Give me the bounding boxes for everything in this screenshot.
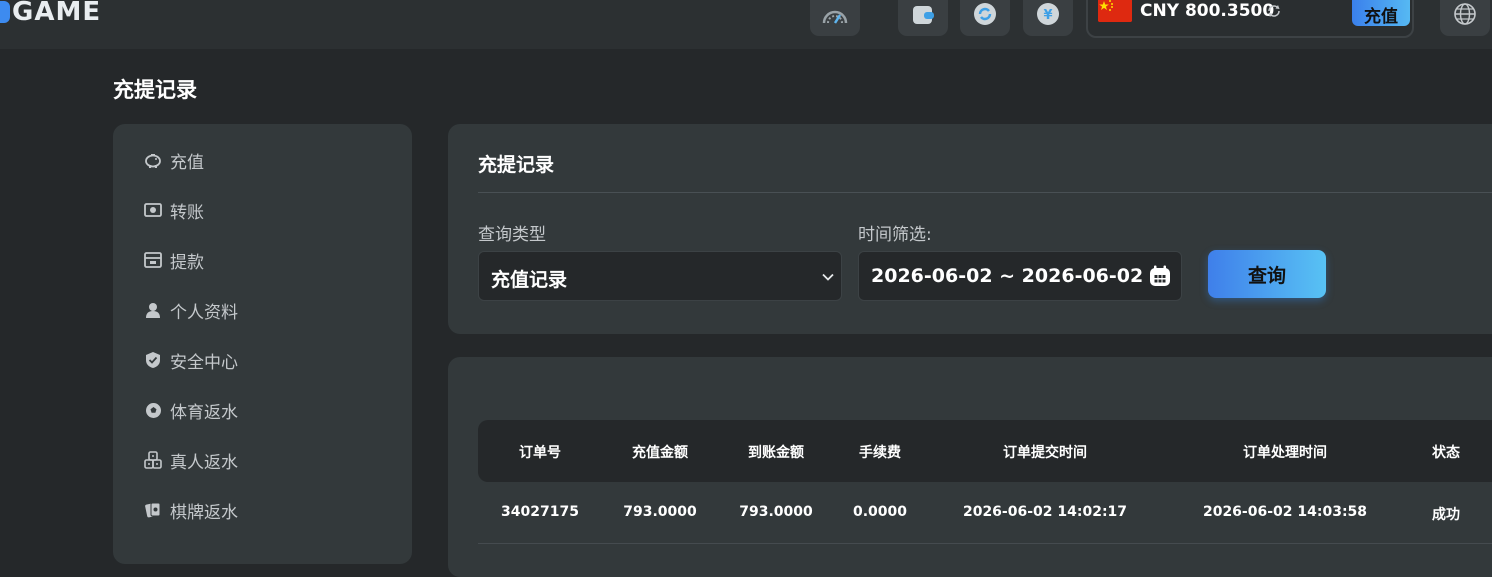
cell-submit-time: 2026-06-02 14:02:17 (962, 504, 1128, 520)
cell-process-time: 2026-06-02 14:03:58 (1202, 504, 1368, 520)
page-title: 充提记录 (113, 78, 197, 102)
logo-mark (0, 1, 10, 23)
cell-deposit-amount: 793.0000 (623, 504, 697, 520)
svg-text:¥: ¥ (1043, 8, 1052, 23)
column-header-order-id: 订单号 (519, 445, 561, 461)
refresh-icon (974, 3, 996, 25)
chevron-down-icon (822, 273, 834, 281)
divider (478, 192, 1492, 193)
column-header-process-time: 订单处理时间 (1243, 445, 1327, 461)
exchange-button[interactable]: ¥ (1023, 0, 1073, 36)
balance-amount: 800.3500 (1184, 1, 1275, 21)
sidebar-item-live-rebate[interactable]: 真人返水 (144, 448, 238, 473)
sidebar-item-recharge[interactable]: 充值 (144, 148, 204, 173)
recharge-button[interactable]: 充值 (1352, 0, 1410, 27)
top-bar: GAME ¥ CNY 800.3500 充值 (0, 0, 1492, 49)
sidebar-item-label: 棋牌返水 (170, 502, 238, 523)
sidebar-item-label: 安全中心 (170, 352, 238, 373)
sidebar-item-label: 充值 (170, 152, 204, 173)
filter-card-title: 充提记录 (478, 154, 555, 176)
cell-received-amount: 793.0000 (739, 504, 813, 520)
china-flag-icon (1098, 0, 1132, 22)
withdraw-icon (144, 251, 162, 269)
logo[interactable]: GAME (0, 0, 101, 30)
sidebar-item-label: 提款 (170, 252, 204, 273)
sidebar-item-security[interactable]: 安全中心 (144, 348, 238, 373)
sidebar-item-label: 体育返水 (170, 402, 238, 423)
cards-icon (144, 501, 162, 519)
wallet-button[interactable] (898, 0, 948, 36)
sidebar-item-profile[interactable]: 个人资料 (144, 298, 238, 323)
sidebar: 充值 转账 提款 个人资料 安全中心 体育返水 真人返水 棋牌返水 (113, 124, 412, 564)
yuan-coin-icon: ¥ (1037, 3, 1059, 25)
language-button[interactable] (1440, 0, 1490, 36)
calendar-icon[interactable] (1149, 265, 1171, 287)
column-header-received-amount: 到账金额 (748, 445, 804, 461)
speedometer-icon (822, 10, 848, 24)
cell-order-id: 34027175 (501, 504, 579, 520)
query-type-select[interactable]: 充值记录 (478, 251, 842, 301)
globe-icon (1454, 3, 1476, 25)
query-type-value: 充值记录 (491, 269, 568, 291)
sidebar-item-transfer[interactable]: 转账 (144, 198, 204, 223)
query-button[interactable]: 查询 (1208, 250, 1326, 298)
column-header-fee: 手续费 (859, 445, 901, 461)
time-filter-label: 时间筛选: (858, 225, 932, 245)
dice-icon (144, 451, 162, 469)
filter-card: 充提记录 查询类型 充值记录 时间筛选: 2026-06-02 ~ 2026-0… (448, 124, 1492, 334)
speed-button[interactable] (810, 0, 860, 36)
date-range-input[interactable]: 2026-06-02 ~ 2026-06-02 (858, 251, 1182, 301)
column-header-submit-time: 订单提交时间 (1003, 445, 1087, 461)
date-range-value: 2026-06-02 ~ 2026-06-02 (871, 265, 1144, 287)
soccer-ball-icon (144, 401, 162, 419)
money-transfer-icon (144, 201, 162, 219)
logo-text: GAME (12, 0, 102, 27)
piggy-bank-icon (144, 151, 162, 169)
wallet-icon (913, 6, 934, 24)
refresh-balance-icon[interactable] (1266, 3, 1282, 19)
sidebar-item-label: 个人资料 (170, 302, 238, 323)
balance-box: CNY 800.3500 充值 (1086, 0, 1414, 38)
sidebar-item-label: 真人返水 (170, 452, 238, 473)
table-row[interactable]: 34027175 793.0000 793.0000 0.0000 2026-0… (478, 482, 1492, 544)
refresh-button[interactable] (960, 0, 1010, 36)
user-icon (144, 301, 162, 319)
column-header-status: 状态 (1432, 445, 1460, 461)
balance-display: CNY 800.3500 (1140, 1, 1274, 21)
query-type-label: 查询类型 (478, 225, 546, 245)
sidebar-item-label: 转账 (170, 202, 204, 223)
table-header: 订单号 充值金额 到账金额 手续费 订单提交时间 订单处理时间 状态 (478, 420, 1492, 482)
sidebar-item-withdraw[interactable]: 提款 (144, 248, 204, 273)
records-card: 订单号 充值金额 到账金额 手续费 订单提交时间 订单处理时间 状态 34027… (448, 357, 1492, 577)
cell-status: 成功 (1432, 507, 1460, 523)
currency-code: CNY (1140, 1, 1180, 21)
shield-icon (144, 351, 162, 369)
column-header-deposit-amount: 充值金额 (632, 445, 688, 461)
sidebar-item-chess-rebate[interactable]: 棋牌返水 (144, 498, 238, 523)
sidebar-item-sports-rebate[interactable]: 体育返水 (144, 398, 238, 423)
cell-fee: 0.0000 (852, 504, 908, 520)
